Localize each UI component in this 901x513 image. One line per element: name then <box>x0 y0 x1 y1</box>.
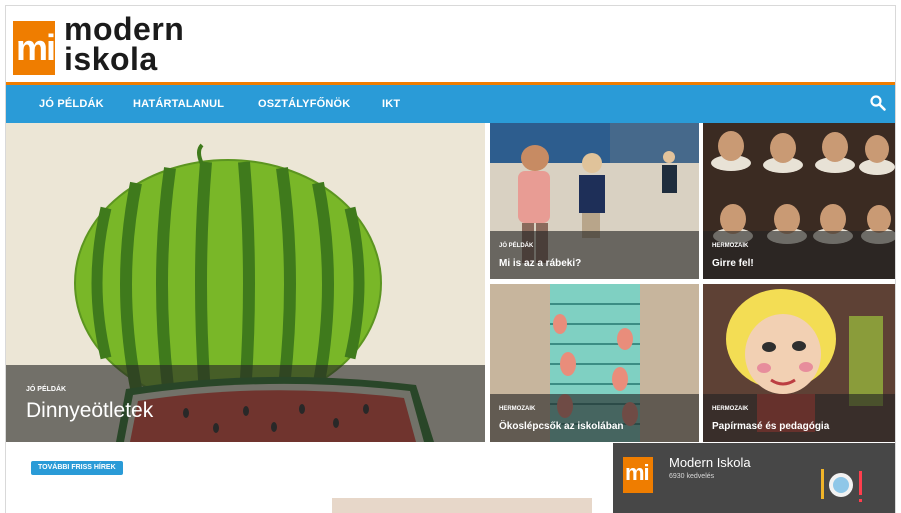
page-frame: mi modern iskola JÓ PÉLDÁK HATÁRTALANUL … <box>6 6 895 513</box>
facebook-page-widget[interactable]: mi Modern Iskola 6930 kedvelés <box>613 443 895 513</box>
tile-okoslepcsok[interactable]: HERMOZAIK Ökoslépcsők az iskolában <box>490 284 699 442</box>
nav-item-jo-peldak[interactable]: JÓ PÉLDÁK <box>39 85 104 123</box>
tile-category[interactable]: HERMOZAIK <box>712 243 748 249</box>
site-wordmark[interactable]: modern iskola <box>64 11 185 77</box>
news-thumbnail[interactable] <box>332 498 592 513</box>
search-icon[interactable] <box>869 94 887 112</box>
facebook-page-name[interactable]: Modern Iskola <box>669 455 751 470</box>
hero-category[interactable]: JÓ PÉLDÁK <box>26 386 66 393</box>
nav-item-hatartalanul[interactable]: HATÁRTALANUL <box>133 85 224 123</box>
tile-caption-overlay <box>703 394 895 442</box>
tile-caption-overlay <box>490 231 699 279</box>
tile-title[interactable]: Ökoslépcsők az iskolában <box>499 421 624 432</box>
tile-rabeki[interactable]: JÓ PÉLDÁK Mi is az a rábeki? <box>490 123 699 279</box>
site-logo[interactable]: mi <box>13 21 56 75</box>
wordmark-line-1: modern <box>64 11 185 47</box>
tile-caption-overlay <box>490 394 699 442</box>
wordmark-line-2: iskola <box>64 41 158 77</box>
main-nav: JÓ PÉLDÁK HATÁRTALANUL OSZTÁLYFŐNÖK IKT <box>6 85 895 123</box>
facebook-logo-mark: mi <box>625 460 650 485</box>
tile-category[interactable]: HERMOZAIK <box>712 406 748 412</box>
tile-caption-overlay <box>703 231 895 279</box>
nav-item-ikt[interactable]: IKT <box>382 85 400 123</box>
tile-title[interactable]: Girre fel! <box>712 258 754 269</box>
tile-category[interactable]: HERMOZAIK <box>499 406 535 412</box>
facebook-cover-decoration <box>789 469 862 502</box>
site-header: mi modern iskola <box>6 6 895 85</box>
tile-title[interactable]: Papírmasé és pedagógia <box>712 421 829 432</box>
tile-girre-fel[interactable]: HERMOZAIK Girre fel! <box>703 123 895 279</box>
hero-article[interactable]: JÓ PÉLDÁK Dinnyeötletek <box>6 123 485 442</box>
tile-papirmase[interactable]: HERMOZAIK Papírmasé és pedagógia <box>703 284 895 442</box>
tile-title[interactable]: Mi is az a rábeki? <box>499 258 581 269</box>
more-news-badge[interactable]: TOVÁBBI FRISS HÍREK <box>31 461 123 475</box>
facebook-page-logo[interactable]: mi <box>623 457 653 493</box>
nav-item-osztalyfonok[interactable]: OSZTÁLYFŐNÖK <box>258 85 350 123</box>
facebook-likes-count: 6930 kedvelés <box>669 473 715 480</box>
tile-category[interactable]: JÓ PÉLDÁK <box>499 243 533 249</box>
hero-title[interactable]: Dinnyeötletek <box>26 399 153 423</box>
logo-mark: mi <box>16 27 56 68</box>
